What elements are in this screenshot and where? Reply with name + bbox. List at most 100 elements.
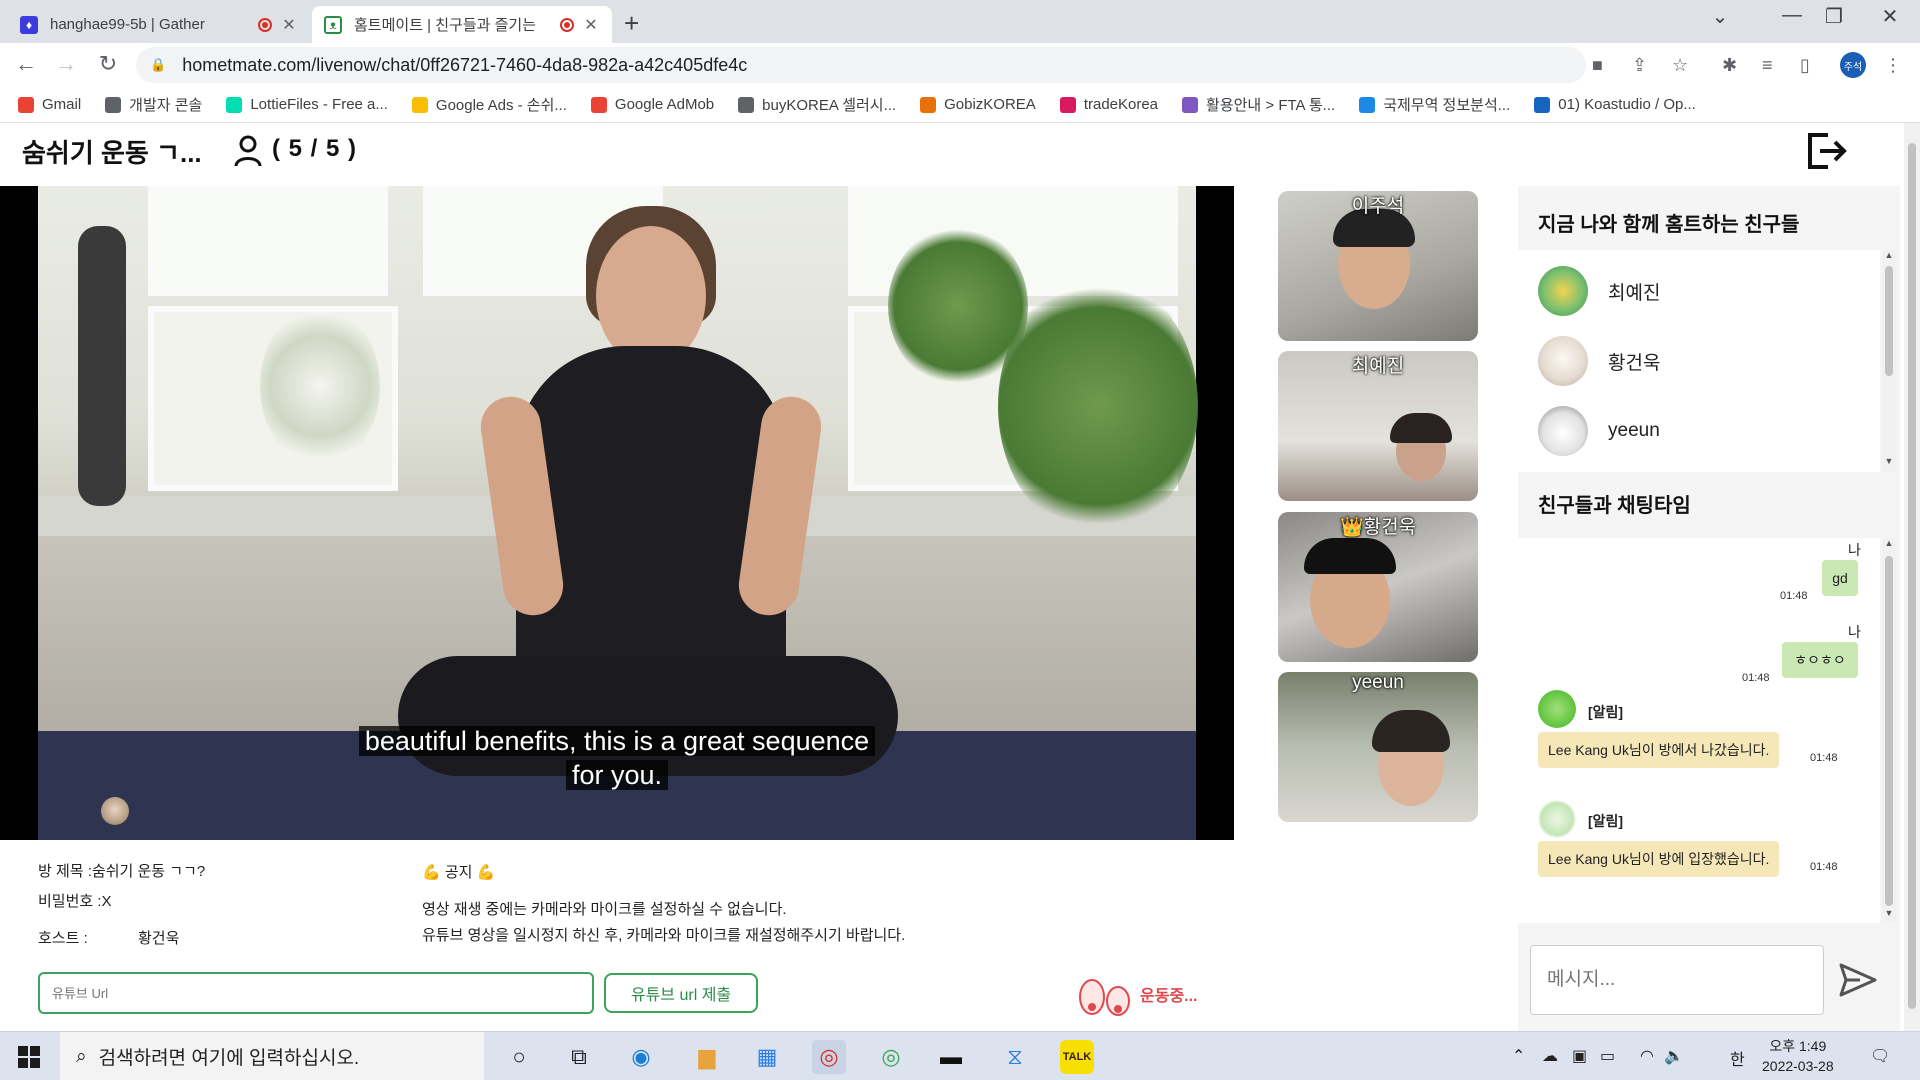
hometmate-favicon-icon: ᴥ (324, 15, 342, 34)
bookmark-item[interactable]: GobizKOREA (920, 96, 1036, 113)
minimize-button[interactable]: — (1772, 4, 1812, 27)
cortana-icon[interactable]: ○ (502, 1040, 536, 1074)
tray-chevron-icon[interactable]: ⌃ (1512, 1046, 1525, 1066)
friends-list: 최예진 황건욱 yeeun (1518, 250, 1880, 472)
friend-item[interactable]: yeeun (1538, 406, 1660, 456)
participant-hair (1390, 413, 1452, 443)
tab-hometmate[interactable]: ᴥ 홈트메이트 | 친구들과 즐기는 ✕ (312, 6, 612, 43)
exit-room-icon[interactable] (1804, 129, 1848, 173)
bookmark-favicon-icon (1059, 96, 1076, 113)
bookmark-favicon-icon (590, 96, 607, 113)
address-bar[interactable]: 🔒 hometmate.com/livenow/chat/0ff26721-74… (136, 47, 1586, 83)
scroll-up-icon[interactable]: ▲ (1882, 250, 1896, 260)
friend-item[interactable]: 최예진 (1538, 266, 1660, 316)
side-panel-icon[interactable]: ▯ (1800, 55, 1810, 76)
host-name: 황건욱 (138, 930, 180, 947)
taskbar-search[interactable]: ⌕ 검색하려면 여기에 입력하십시오. (60, 1032, 484, 1080)
forward-button[interactable]: → (52, 51, 80, 77)
room-title: 숨쉬기 운동 ㄱ... (22, 138, 202, 168)
chat-message-input[interactable] (1530, 945, 1824, 1015)
chat-scrollbar[interactable]: ▲ ▼ (1882, 538, 1896, 923)
submit-url-button[interactable]: 유튜브 url 제출 (604, 973, 758, 1013)
store-icon[interactable]: ▦ (750, 1040, 784, 1074)
video-subtitle-line: for you. (0, 760, 1234, 791)
instructor-body (516, 346, 786, 706)
kakaotalk-icon[interactable]: TALK (1060, 1040, 1094, 1074)
clock-date: 2022-03-28 (1762, 1058, 1834, 1074)
new-tab-button[interactable]: + (624, 8, 639, 39)
gather-favicon-icon: ♦ (20, 15, 38, 34)
bookmark-item[interactable]: 활용안내 > FTA 통... (1182, 94, 1335, 115)
close-window-button[interactable]: ✕ (1870, 4, 1910, 29)
scroll-down-icon[interactable]: ▼ (1882, 908, 1896, 918)
tab-search-chevron-icon[interactable]: ⌄ (1700, 4, 1740, 29)
taskbar-clock[interactable]: 오후 1:49 2022-03-28 (1762, 1036, 1834, 1076)
participant-name: 👑황건욱 (1339, 517, 1417, 538)
terminal-icon[interactable]: ▬ (934, 1040, 968, 1074)
ime-indicator[interactable]: 한 (1730, 1046, 1745, 1070)
chrome-profile-icon[interactable]: ◎ (812, 1040, 846, 1074)
participant-video[interactable]: 👑황건욱 (1278, 512, 1478, 662)
bookmark-label: 개발자 콘솔 (129, 97, 203, 114)
bookmark-label: 01) Koastudio / Op... (1558, 96, 1696, 113)
onedrive-icon[interactable]: ☁ (1542, 1046, 1558, 1066)
volume-icon[interactable]: 🔈 (1664, 1046, 1684, 1066)
file-explorer-icon[interactable]: ▆ (690, 1040, 724, 1074)
media-queue-icon[interactable]: ≡ (1762, 55, 1773, 76)
member-count: ( 5 / 5 ) (272, 135, 358, 162)
bookmark-star-icon[interactable]: ☆ (1672, 55, 1688, 76)
notifications-icon[interactable]: 🗨 (1870, 1046, 1890, 1066)
extensions-icon[interactable]: ✱ (1722, 55, 1737, 76)
participant-video[interactable]: 이주석 (1278, 191, 1478, 341)
vscode-icon[interactable]: ⧖ (998, 1040, 1032, 1074)
bookmark-item[interactable]: 개발자 콘솔 (105, 94, 202, 115)
bookmark-item[interactable]: tradeKorea (1059, 96, 1158, 113)
scroll-down-icon[interactable]: ▼ (1882, 456, 1896, 466)
message-time: 01:48 (1780, 590, 1808, 602)
plant (888, 226, 1028, 386)
battery-icon[interactable]: ▭ (1600, 1046, 1615, 1066)
windows-start-icon[interactable] (18, 1046, 40, 1068)
maximize-button[interactable]: ❐ (1814, 4, 1854, 29)
scroll-thumb[interactable] (1885, 556, 1893, 906)
page-scrollbar[interactable] (1904, 123, 1920, 1031)
scroll-thumb[interactable] (1885, 266, 1893, 376)
tab-gather[interactable]: ♦ hanghae99-5b | Gather ✕ (8, 6, 310, 43)
bookmark-favicon-icon (1359, 96, 1376, 113)
bookmark-item[interactable]: Google Ads - 손쉬... (411, 94, 567, 115)
camera-icon[interactable]: ■ (1592, 55, 1603, 76)
participant-video[interactable]: 최예진 (1278, 351, 1478, 501)
task-view-icon[interactable]: ⧉ (562, 1040, 596, 1074)
participant-video[interactable]: yeeun (1278, 672, 1478, 822)
chrome-icon[interactable]: ◎ (874, 1040, 908, 1074)
send-icon[interactable] (1838, 962, 1878, 998)
youtube-video-player[interactable]: beautiful benefits, this is a great sequ… (0, 186, 1234, 840)
participant-name: yeeun (1352, 672, 1404, 693)
youtube-url-input[interactable] (38, 972, 594, 1014)
bookmark-item[interactable]: Google AdMob (590, 96, 714, 113)
tab-title: hanghae99-5b | Gather (50, 16, 205, 33)
reload-button[interactable]: ↻ (94, 51, 122, 77)
rolled-mat (78, 226, 126, 506)
friends-scrollbar[interactable]: ▲ ▼ (1882, 250, 1896, 472)
bookmark-item[interactable]: buyKOREA 셀러시... (738, 94, 896, 115)
bookmark-item[interactable]: LottieFiles - Free a... (226, 96, 388, 113)
bookmark-favicon-icon (738, 96, 755, 113)
bookmark-item[interactable]: 01) Koastudio / Op... (1534, 96, 1696, 113)
friend-item[interactable]: 황건욱 (1538, 336, 1660, 386)
profile-avatar[interactable]: 주석 (1840, 52, 1866, 78)
close-tab-icon[interactable]: ✕ (582, 15, 600, 35)
wifi-icon[interactable]: ◠ (1640, 1046, 1654, 1066)
message-time: 01:48 (1742, 672, 1770, 684)
bookmark-item[interactable]: Gmail (18, 96, 81, 113)
back-button[interactable]: ← (12, 51, 40, 77)
edge-icon[interactable]: ◉ (624, 1040, 658, 1074)
share-icon[interactable]: ⇪ (1632, 55, 1647, 76)
scroll-up-icon[interactable]: ▲ (1882, 538, 1896, 548)
recording-icon (560, 17, 574, 32)
tray-app-icon[interactable]: ▣ (1572, 1046, 1587, 1066)
bookmark-item[interactable]: 국제무역 정보분석... (1359, 94, 1510, 115)
close-tab-icon[interactable]: ✕ (280, 15, 298, 35)
page-scroll-thumb[interactable] (1908, 143, 1916, 1009)
menu-kebab-icon[interactable]: ⋮ (1884, 55, 1902, 76)
